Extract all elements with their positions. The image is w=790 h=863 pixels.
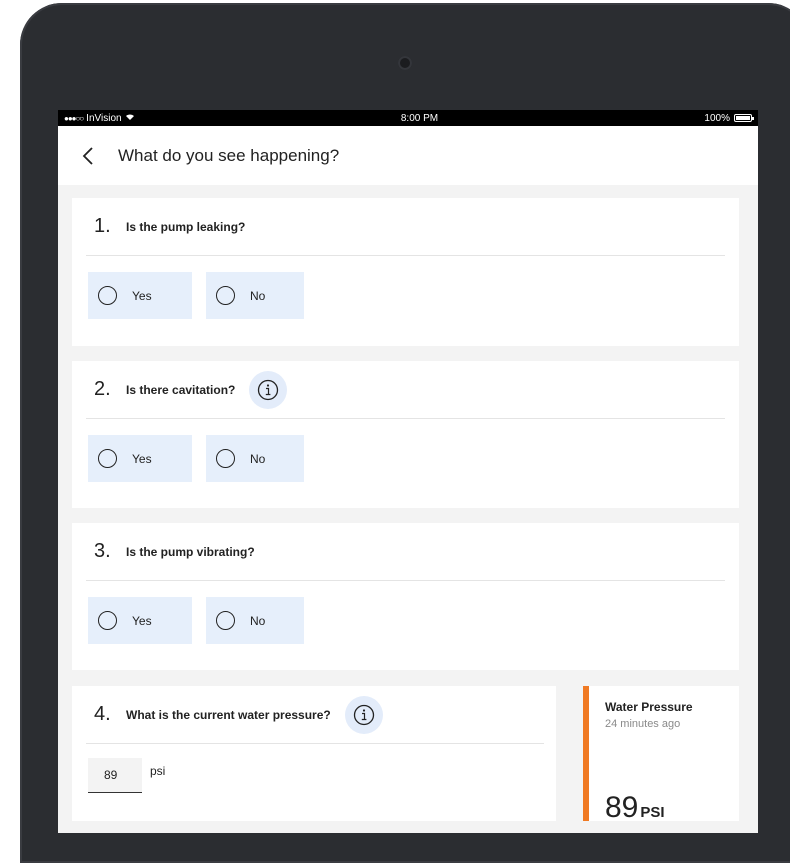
option-label: Yes	[132, 451, 152, 466]
status-bar: ●●●○○ InVision 8:00 PM 100%	[58, 110, 758, 126]
option-no[interactable]: No	[206, 272, 304, 319]
water-pressure-metric: Water Pressure 24 minutes ago 89 PSI	[583, 686, 739, 824]
info-icon[interactable]	[344, 695, 383, 734]
option-label: No	[250, 613, 266, 628]
option-group: Yes No	[88, 272, 739, 319]
question-card-4: 4. What is the current water pressure? p…	[72, 686, 556, 821]
question-number: 1.	[94, 215, 111, 237]
pressure-unit: psi	[150, 763, 166, 778]
question-card-3: 3. Is the pump vibrating? Yes No	[72, 523, 739, 670]
question-text: Is the pump vibrating?	[126, 544, 255, 559]
question-text: Is there cavitation?	[126, 382, 236, 397]
option-yes[interactable]: Yes	[88, 597, 192, 644]
option-yes[interactable]: Yes	[88, 272, 192, 319]
pressure-input[interactable]	[88, 758, 142, 793]
option-group: Yes No	[88, 435, 739, 482]
app-screen: ●●●○○ InVision 8:00 PM 100% What do you …	[58, 110, 758, 833]
option-label: Yes	[132, 288, 152, 303]
metric-timestamp: 24 minutes ago	[605, 718, 681, 730]
question-card-1: 1. Is the pump leaking? Yes No	[72, 198, 739, 346]
signal-dots-icon: ●●●○○	[64, 113, 84, 123]
camera	[398, 56, 412, 70]
radio-button[interactable]	[216, 449, 235, 468]
option-group: Yes No	[88, 597, 739, 644]
metric-value: 89	[605, 791, 639, 824]
question-text: Is the pump leaking?	[126, 219, 246, 234]
radio-button[interactable]	[98, 611, 117, 630]
chevron-left-icon[interactable]	[82, 145, 104, 167]
page-title: What do you see happening?	[118, 145, 340, 165]
metric-unit: PSI	[640, 804, 665, 821]
info-icon[interactable]	[249, 370, 288, 409]
question-card-2: 2. Is there cavitation? Yes No	[72, 361, 739, 508]
metric-value-group: 89 PSI	[605, 791, 665, 825]
status-time: 8:00 PM	[400, 112, 439, 124]
option-no[interactable]: No	[206, 597, 304, 644]
option-label: No	[250, 451, 266, 466]
radio-button[interactable]	[216, 286, 235, 305]
question-number: 4.	[94, 703, 111, 725]
radio-button[interactable]	[98, 449, 117, 468]
question-number: 2.	[94, 378, 111, 400]
question-text: What is the current water pressure?	[126, 707, 331, 722]
option-label: No	[250, 288, 266, 303]
option-yes[interactable]: Yes	[88, 435, 192, 482]
battery-icon	[734, 114, 754, 122]
option-label: Yes	[132, 613, 152, 628]
nav-bar: What do you see happening?	[58, 126, 758, 185]
question-number: 3.	[94, 540, 111, 562]
radio-button[interactable]	[98, 286, 117, 305]
metric-title: Water Pressure	[605, 700, 693, 714]
option-no[interactable]: No	[206, 435, 304, 482]
wifi-icon	[125, 113, 135, 123]
radio-button[interactable]	[216, 611, 235, 630]
carrier-name: InVision	[86, 112, 122, 124]
battery-percent: 100%	[704, 112, 730, 124]
